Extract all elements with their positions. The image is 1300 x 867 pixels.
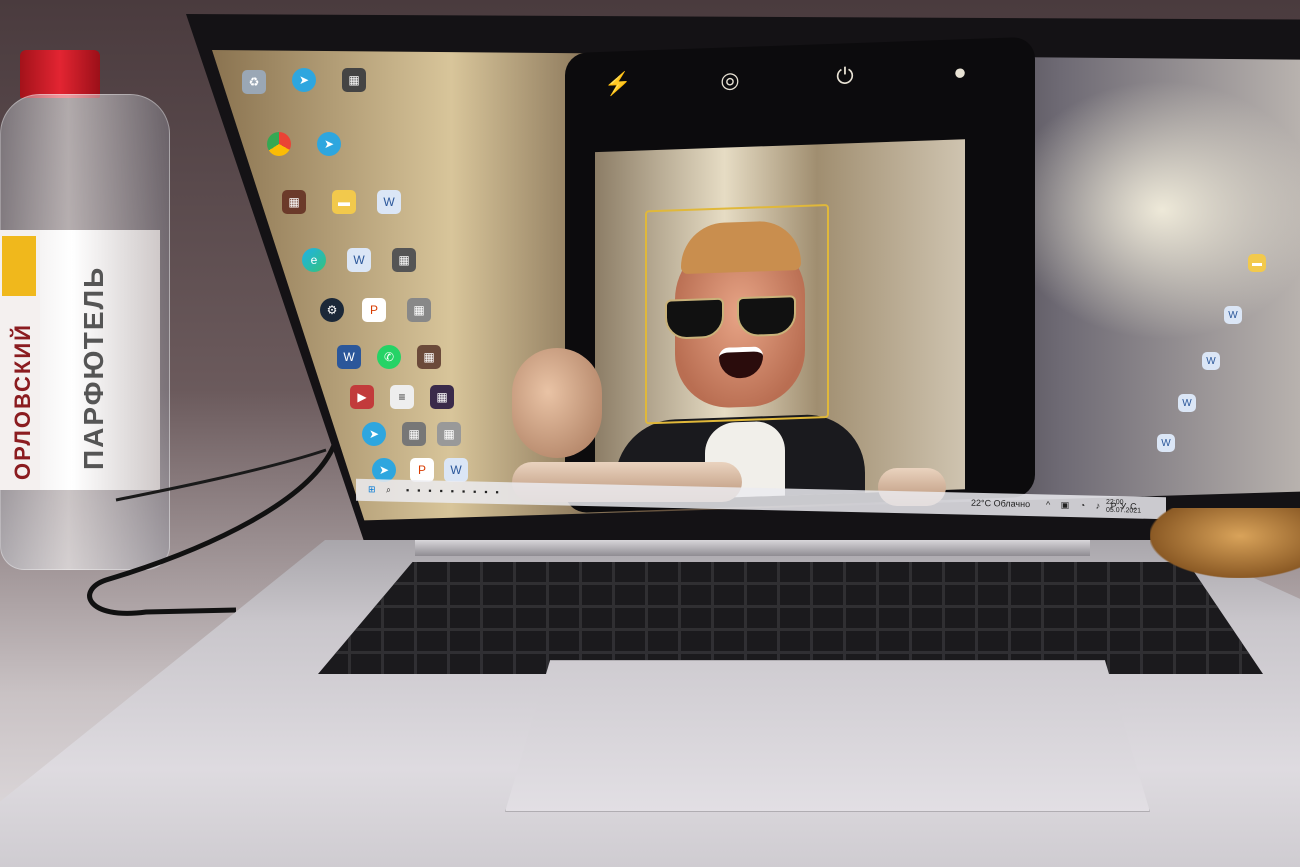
chrome-icon[interactable] [267, 132, 291, 156]
word-file-icon[interactable]: W [1224, 306, 1242, 324]
keyboard-keys [318, 562, 1263, 674]
image-file-icon[interactable]: ▦ [342, 68, 366, 92]
taskbar-clock[interactable]: 22:00 05.07.2021 [1106, 499, 1141, 516]
word-file-icon[interactable]: W [1157, 434, 1175, 452]
folder-icon[interactable]: ▬ [1248, 254, 1266, 272]
photo-file-icon[interactable]: ▦ [437, 422, 461, 446]
timer-icon[interactable]: ⏻ [830, 61, 860, 92]
search-icon[interactable]: ⌕ [386, 484, 391, 495]
snack-plate [1150, 508, 1300, 578]
presentation-file-icon[interactable]: ▦ [430, 385, 454, 409]
word-file-icon[interactable]: W [1202, 352, 1220, 370]
edge-icon[interactable]: e [302, 248, 326, 272]
telegram-icon[interactable]: ➤ [317, 132, 341, 156]
touchpad[interactable] [505, 660, 1150, 812]
word-file-icon[interactable]: W [1178, 394, 1196, 412]
smartphone: ⚡ ◎ ⏻ ● 1× [565, 36, 1035, 514]
photo-file-icon[interactable]: ▦ [402, 422, 426, 446]
taskbar-pinned-apps[interactable]: ▪▪▪▪▪▪▪▪▪ [406, 485, 507, 497]
live-photo-off-icon[interactable]: ◎ [715, 65, 745, 96]
face-detection-box [645, 203, 829, 425]
photo-scene: ОРЛОВСКИЙ ПАРФЮТЕЛЬ ♻ ➤ ▦ ➤ ▦ ▬ W e W ▦ … [0, 0, 1300, 867]
bottle-logo-icon [2, 236, 36, 296]
telegram-icon[interactable]: ➤ [362, 422, 386, 446]
camera-toolbar: ⚡ ◎ ⏻ ● [565, 37, 1035, 143]
folder-icon[interactable]: ▬ [332, 190, 356, 214]
taskbar-weather[interactable]: 22°C Облачно [971, 498, 1030, 509]
recycle-bin-icon[interactable]: ♻ [242, 70, 266, 94]
bottle-cap [20, 50, 100, 98]
photo-file-icon[interactable]: ▦ [392, 248, 416, 272]
clock-time: 22:00 [1106, 498, 1124, 507]
word-file-icon[interactable]: W [347, 248, 371, 272]
hand-thumb [512, 348, 602, 458]
word-file-icon[interactable]: W [337, 345, 361, 369]
telegram-icon[interactable]: ➤ [292, 68, 316, 92]
pdf-file-icon[interactable]: P [410, 458, 434, 482]
clock-date: 05.07.2021 [1106, 506, 1142, 515]
flash-off-icon[interactable]: ⚡ [603, 69, 633, 100]
pdf-file-icon[interactable]: P [362, 298, 386, 322]
start-icon[interactable]: ⊞ [368, 484, 376, 495]
laptop-hinge [415, 540, 1090, 556]
filter-icon[interactable]: ● [945, 57, 975, 88]
app-icon[interactable]: ▶ [350, 385, 374, 409]
keyboard[interactable] [318, 562, 1263, 674]
screen-glare [1002, 80, 1300, 340]
document-icon[interactable]: ≡ [390, 385, 414, 409]
word-file-icon[interactable]: W [444, 458, 468, 482]
bottle-brand-text: ОРЛОВСКИЙ [10, 323, 35, 480]
photo-file-icon[interactable]: ▦ [282, 190, 306, 214]
whatsapp-icon[interactable]: ✆ [377, 345, 401, 369]
photo-file-icon[interactable]: ▦ [417, 345, 441, 369]
camera-viewfinder: 1× [595, 139, 965, 503]
word-file-icon[interactable]: W [377, 190, 401, 214]
photo-file-icon[interactable]: ▦ [407, 298, 431, 322]
steam-icon[interactable]: ⚙ [320, 298, 344, 322]
